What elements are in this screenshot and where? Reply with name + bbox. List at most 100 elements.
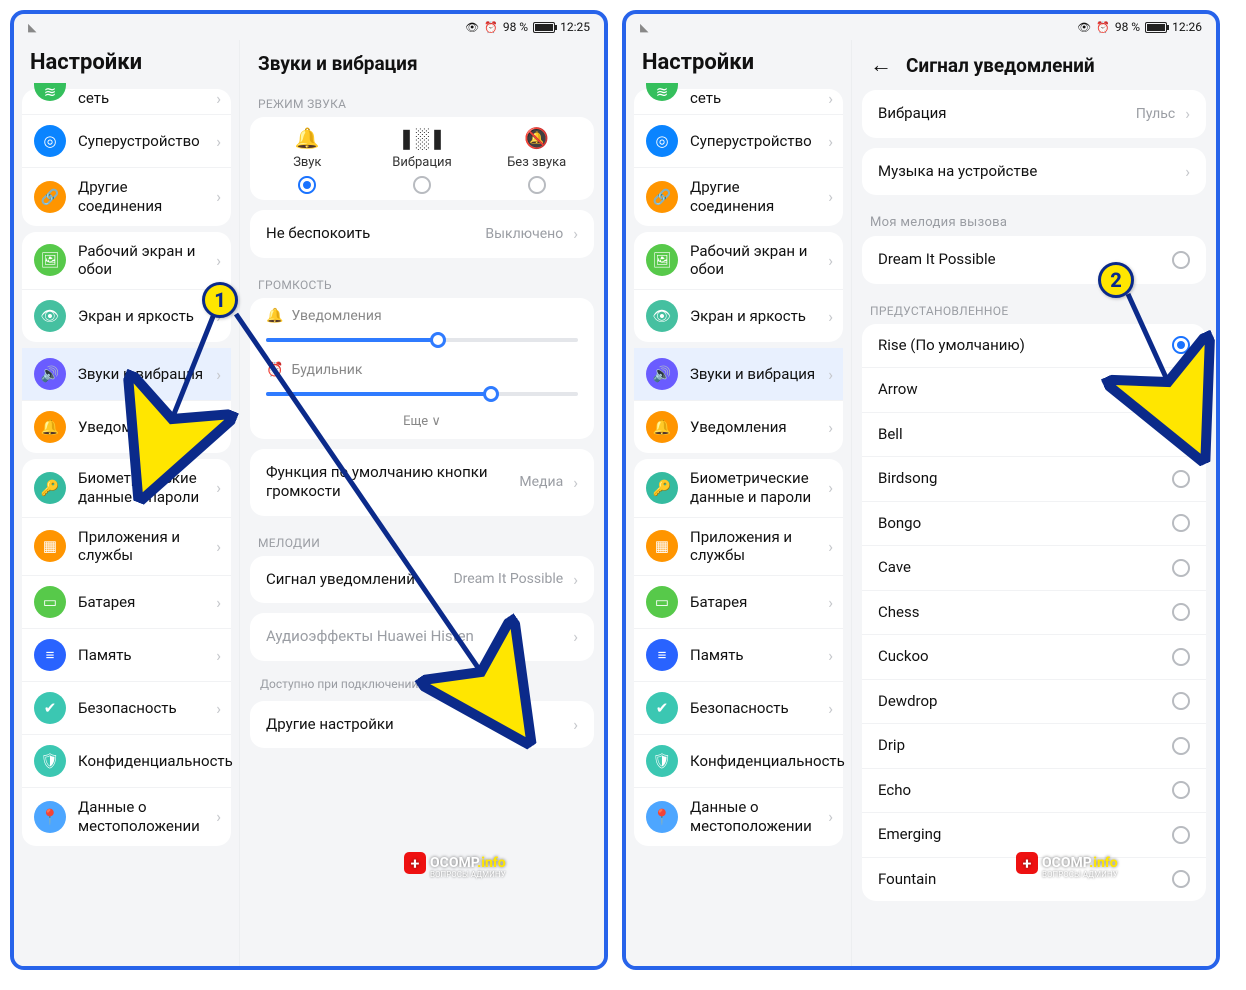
sidebar-icon: 🔊 [646, 358, 678, 390]
radio[interactable] [1172, 737, 1190, 755]
sidebar-item[interactable]: 🔔Уведомления› [634, 401, 843, 453]
sidebar-icon: ◎ [646, 125, 678, 157]
volume-slider-row: 🔔Уведомления [250, 298, 594, 352]
radio[interactable] [1172, 692, 1190, 710]
ringtone-option[interactable]: Bongo [862, 502, 1206, 547]
row-vol-button-fn[interactable]: Функция по умолчанию кнопки громкости Ме… [250, 449, 594, 516]
sidebar-item[interactable]: ▦Приложения и службы› [22, 518, 231, 577]
chevron-right-icon: › [573, 473, 578, 492]
sidebar-item[interactable]: ◎Суперустройство› [22, 115, 231, 168]
ringtone-option[interactable]: Dewdrop [862, 680, 1206, 725]
sidebar-item[interactable]: 🛡Конфиденциальность› [634, 735, 843, 788]
sidebar-item[interactable]: ✔Безопасность› [22, 682, 231, 735]
row-dnd[interactable]: Не беспокоить Выключено › [250, 210, 594, 258]
sidebar-item[interactable]: ◎Суперустройство› [634, 115, 843, 168]
row-notification-sound[interactable]: Сигнал уведомлений Dream It Possible › [250, 556, 594, 604]
sound-mode-option[interactable]: ❚░❚Вибрация [365, 127, 480, 194]
ringtone-option[interactable]: Emerging [862, 813, 1206, 858]
radio[interactable] [1172, 381, 1190, 399]
sidebar-item-label: сеть [690, 89, 816, 108]
status-bar: 98 % 12:26 [626, 14, 1216, 40]
chevron-right-icon: › [828, 646, 833, 665]
sound-mode-option[interactable]: 🔔Звук [250, 127, 365, 194]
radio[interactable] [1172, 648, 1190, 666]
main-panel-sounds: Звуки и вибрация РЕЖИМ ЗВУКА 🔔Звук❚░❚Виб… [239, 40, 604, 966]
battery-pct: 98 % [503, 20, 528, 34]
radio[interactable] [1172, 336, 1190, 354]
radio[interactable] [1172, 559, 1190, 577]
sidebar-item[interactable]: ✔Безопасность› [634, 682, 843, 735]
row-other-settings[interactable]: Другие настройки › [250, 701, 594, 749]
radio[interactable] [1172, 470, 1190, 488]
sidebar-item[interactable]: 🔗Другие соединения› [22, 168, 231, 226]
more-toggle[interactable]: Еще ∨ [250, 406, 594, 439]
slider-label: Уведомления [291, 308, 381, 324]
radio[interactable] [1172, 826, 1190, 844]
row-dream-possible[interactable]: Dream It Possible [862, 236, 1206, 284]
ringtone-option[interactable]: Bell [862, 413, 1206, 458]
sidebar-icon: 👁 [34, 300, 66, 332]
battery-icon [533, 22, 555, 33]
ringtone-option[interactable]: Chess [862, 591, 1206, 636]
ringtone-option[interactable]: Echo [862, 769, 1206, 814]
ringtone-option[interactable]: Drip [862, 724, 1206, 769]
sidebar-item-label: Уведомления [690, 418, 816, 437]
sidebar-item[interactable]: 📍Данные о местоположении› [22, 788, 231, 846]
slider[interactable] [266, 330, 578, 350]
sidebar-icon: 🔊 [34, 358, 66, 390]
volume-slider-row: ⏰Будильник [250, 352, 594, 406]
ringtone-option[interactable]: Cuckoo [862, 635, 1206, 680]
panel-title: Звуки и вибрация [240, 40, 604, 87]
slider[interactable] [266, 384, 578, 404]
sidebar-item[interactable]: 🖼Рабочий экран и обои› [22, 232, 231, 291]
ringtone-option[interactable]: Birdsong [862, 457, 1206, 502]
ringtone-option[interactable]: Cave [862, 546, 1206, 591]
sidebar-icon: ≡ [646, 639, 678, 671]
sidebar-item[interactable]: ≋сеть› [22, 89, 231, 115]
sidebar-item[interactable]: ▭Батарея› [22, 576, 231, 629]
sidebar-item[interactable]: 👁Экран и яркость› [22, 290, 231, 342]
notif-signal-value: Dream It Possible [453, 571, 563, 587]
chevron-right-icon: › [1185, 104, 1190, 123]
radio-unselected[interactable] [1172, 251, 1190, 269]
sidebar-item[interactable]: 🖼Рабочий экран и обои› [634, 232, 843, 291]
radio[interactable] [1172, 425, 1190, 443]
row-vibration[interactable]: Вибрация Пульс › [862, 90, 1206, 138]
sidebar-item[interactable]: 🔗Другие соединения› [634, 168, 843, 226]
sidebar-item[interactable]: ≋сеть› [634, 89, 843, 115]
ringtone-label: Echo [878, 781, 1162, 801]
sidebar-item[interactable]: 🔊Звуки и вибрация› [22, 348, 231, 401]
sidebar-icon: 🔑 [34, 472, 66, 504]
marker-1: 1 [202, 282, 238, 318]
sidebar-item-label: Приложения и службы [690, 528, 816, 566]
sidebar-item[interactable]: 🔑Биометрические данные и пароли› [634, 459, 843, 518]
sidebar-item[interactable]: ≡Память› [22, 629, 231, 682]
radio[interactable] [413, 176, 431, 194]
radio[interactable] [528, 176, 546, 194]
sidebar-item[interactable]: 🛡Конфиденциальность› [22, 735, 231, 788]
radio[interactable] [1172, 514, 1190, 532]
ringtone-option[interactable]: Arrow [862, 368, 1206, 413]
sidebar-item[interactable]: ▭Батарея› [634, 576, 843, 629]
chevron-right-icon: › [828, 593, 833, 612]
radio[interactable] [298, 176, 316, 194]
sidebar-item[interactable]: 📍Данные о местоположении› [634, 788, 843, 846]
sidebar-item[interactable]: 👁Экран и яркость› [634, 290, 843, 342]
row-huawei-histen[interactable]: Аудиоэффекты Huawei Histen › [250, 613, 594, 661]
row-device-music[interactable]: Музыка на устройстве › [862, 148, 1206, 196]
back-button[interactable]: ← [870, 52, 892, 78]
sidebar-item[interactable]: 🔑Биометрические данные и пароли› [22, 459, 231, 518]
sidebar-item[interactable]: ▦Приложения и службы› [634, 518, 843, 577]
sidebar-icon: ✔ [34, 692, 66, 724]
section-volume: ГРОМКОСТЬ [240, 268, 604, 298]
ringtone-option[interactable]: Rise (По умолчанию) [862, 324, 1206, 369]
sound-mode-option[interactable]: 🔕Без звука [479, 127, 594, 194]
sidebar-item[interactable]: 🔔Уведомления› [22, 401, 231, 453]
vol-fn-value: Медиа [519, 474, 563, 490]
phone-left: 98 % 12:25 Настройки ≋сеть›◎Суперустройс… [10, 10, 608, 970]
sidebar-item[interactable]: ≡Память› [634, 629, 843, 682]
sidebar-item[interactable]: 🔊Звуки и вибрация› [634, 348, 843, 401]
radio[interactable] [1172, 870, 1190, 888]
radio[interactable] [1172, 603, 1190, 621]
radio[interactable] [1172, 781, 1190, 799]
